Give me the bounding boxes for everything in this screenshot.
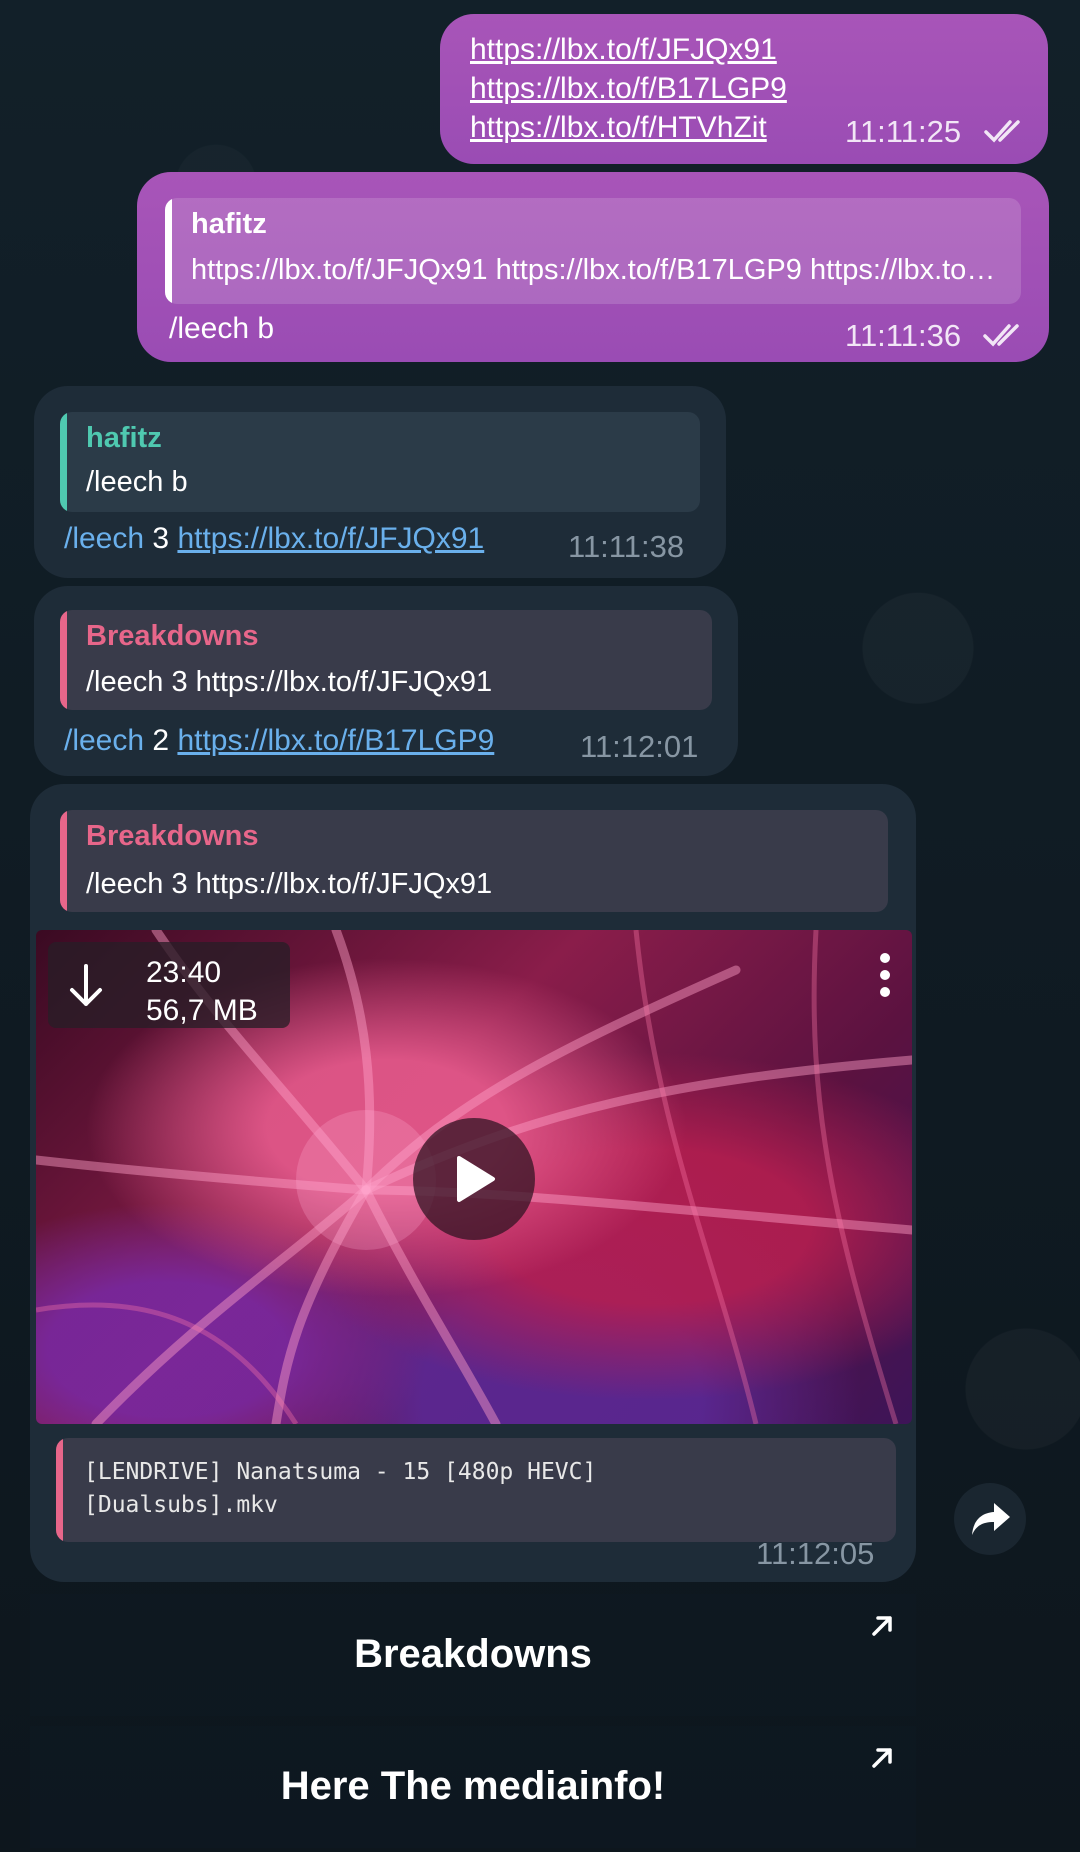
message-text: /leech 3 https://lbx.to/f/JFJQx91 bbox=[64, 522, 484, 556]
message-link[interactable]: https://lbx.to/f/B17LGP9 bbox=[177, 724, 494, 757]
message-time: 11:12:01 bbox=[580, 729, 699, 764]
bot-command[interactable]: /leech bbox=[64, 522, 144, 555]
file-caption: [LENDRIVE] Nanatsuma - 15 [480p HEVC] [D… bbox=[56, 1438, 896, 1542]
reply-preview[interactable]: Breakdowns /leech 3 https://lbx.to/f/JFJ… bbox=[60, 810, 888, 912]
message-time: 11:11:25 bbox=[845, 114, 962, 149]
message-text: /leech b bbox=[169, 312, 275, 345]
link-3[interactable]: https://lbx.to/f/HTVhZit bbox=[470, 111, 767, 144]
reply-preview[interactable]: hafitz /leech b bbox=[60, 412, 700, 512]
video-info-badge[interactable]: 23:40 56,7 MB bbox=[48, 942, 290, 1028]
message-time: 11:11:38 bbox=[568, 529, 685, 564]
bot-command[interactable]: /leech bbox=[64, 724, 144, 757]
reply-text: /leech 3 https://lbx.to/f/JFJQx91 bbox=[86, 868, 493, 900]
inline-button-label: Breakdowns bbox=[354, 1632, 592, 1676]
double-check-icon bbox=[984, 120, 1020, 143]
outgoing-message-reply[interactable]: hafitz https://lbx.to/f/JFJQx91 https://… bbox=[137, 172, 1049, 362]
double-check-icon bbox=[983, 324, 1019, 347]
reply-text: /leech 3 https://lbx.to/f/JFJQx91 bbox=[86, 666, 493, 698]
video-size: 56,7 MB bbox=[146, 994, 258, 1027]
reply-preview[interactable]: hafitz https://lbx.to/f/JFJQx91 https://… bbox=[165, 198, 1021, 304]
arrow-down-icon[interactable] bbox=[68, 964, 104, 1008]
play-icon bbox=[457, 1156, 495, 1202]
video-duration: 23:40 bbox=[146, 956, 222, 989]
message-time: 11:11:36 bbox=[845, 318, 962, 353]
message-time: 11:12:05 bbox=[756, 1536, 875, 1571]
arrow-up-right-icon bbox=[872, 1616, 892, 1636]
forward-arrow-icon bbox=[972, 1503, 1010, 1535]
incoming-message[interactable]: hafitz /leech b /leech 3 https://lbx.to/… bbox=[34, 386, 726, 578]
reply-author: hafitz bbox=[191, 208, 267, 240]
caption-bar bbox=[56, 1438, 63, 1542]
video-thumbnail[interactable]: 23:40 56,7 MB bbox=[36, 930, 912, 1424]
incoming-video-message[interactable]: Breakdowns /leech 3 https://lbx.to/f/JFJ… bbox=[30, 784, 916, 1582]
reply-preview[interactable]: Breakdowns /leech 3 https://lbx.to/f/JFJ… bbox=[60, 610, 712, 710]
command-arg: 2 bbox=[152, 724, 170, 757]
arrow-up-right-icon bbox=[872, 1748, 892, 1768]
reply-bar bbox=[60, 610, 67, 710]
reply-bar bbox=[165, 198, 172, 304]
inline-button-label: Here The mediainfo! bbox=[280, 1764, 666, 1808]
reply-text: https://lbx.to/f/JFJQx91 https://lbx.to/… bbox=[191, 254, 999, 286]
incoming-message[interactable]: Breakdowns /leech 3 https://lbx.to/f/JFJ… bbox=[34, 586, 738, 776]
command-arg: 3 bbox=[152, 522, 170, 555]
message-text: /leech 2 https://lbx.to/f/B17LGP9 bbox=[64, 724, 494, 758]
reply-bar bbox=[60, 810, 67, 912]
forward-button[interactable] bbox=[954, 1483, 1026, 1555]
link-2[interactable]: https://lbx.to/f/B17LGP9 bbox=[470, 72, 787, 105]
inline-button-breakdowns[interactable]: Breakdowns bbox=[30, 1594, 916, 1716]
reply-text: /leech b bbox=[86, 466, 188, 498]
link-1[interactable]: https://lbx.to/f/JFJQx91 bbox=[470, 33, 777, 66]
play-button[interactable] bbox=[413, 1118, 535, 1240]
reply-author: Breakdowns bbox=[86, 820, 259, 852]
reply-author: Breakdowns bbox=[86, 620, 259, 652]
outgoing-message-links[interactable]: https://lbx.to/f/JFJQx91 https://lbx.to/… bbox=[440, 14, 1048, 164]
more-vertical-icon[interactable] bbox=[878, 952, 892, 998]
inline-button-mediainfo[interactable]: Here The mediainfo! bbox=[30, 1726, 916, 1848]
message-link[interactable]: https://lbx.to/f/JFJQx91 bbox=[177, 522, 484, 555]
reply-bar bbox=[60, 412, 67, 512]
reply-author: hafitz bbox=[86, 422, 162, 454]
file-name: [LENDRIVE] Nanatsuma - 15 [480p HEVC] [D… bbox=[84, 1459, 597, 1518]
